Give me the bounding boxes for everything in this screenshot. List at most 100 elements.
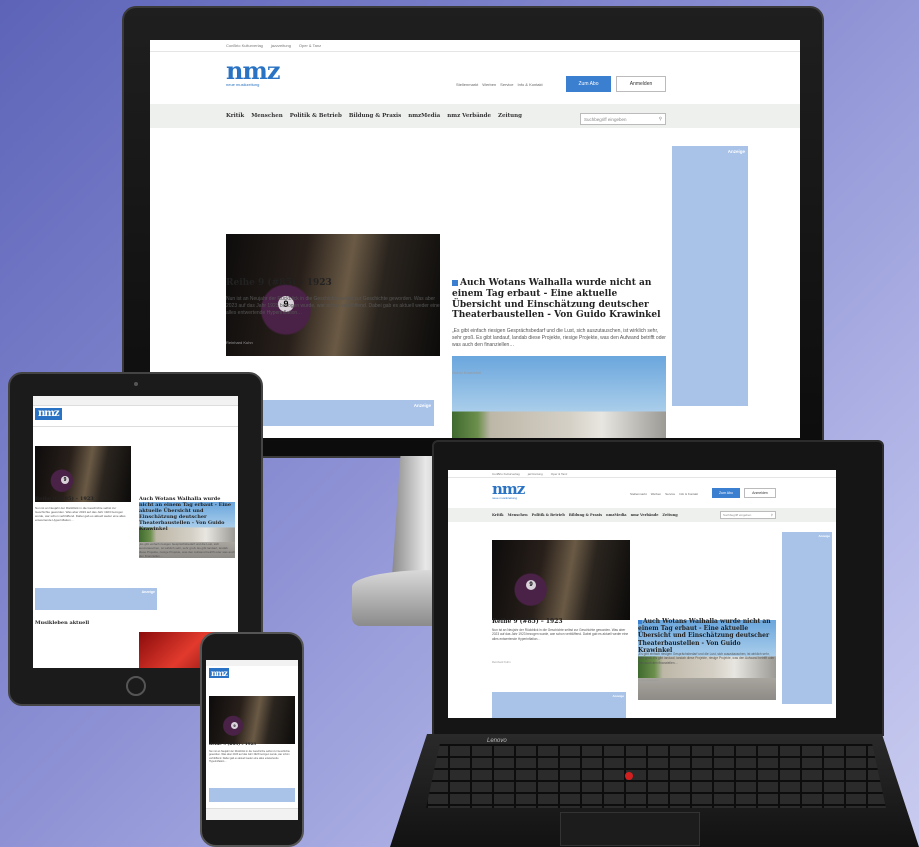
article-title[interactable]: Auch Wotans Walhalla wurde nicht an eine… xyxy=(139,496,235,542)
ad-banner[interactable]: Anzeige xyxy=(782,532,832,704)
logo-text: nmz xyxy=(492,480,525,498)
article-image[interactable]: 9 xyxy=(35,446,131,502)
header-link[interactable]: Werben xyxy=(482,82,496,87)
logo-text: nmz xyxy=(226,56,280,85)
seat-number-badge: 9 xyxy=(231,722,238,729)
nav-item-bildung[interactable]: Bildung & Praxis xyxy=(349,113,401,119)
search-icon[interactable]: ⚲ xyxy=(659,116,662,122)
tablet-camera xyxy=(134,382,138,386)
article-teaser: „Es gibt einfach riesigen Gesprächsbedar… xyxy=(139,542,235,559)
top-bar: ConBrio Kulturverlag jazzzeitung Oper & … xyxy=(150,40,800,52)
browser-toolbar xyxy=(33,396,238,406)
nav-item-zeitung[interactable]: Zeitung xyxy=(498,113,522,119)
logo-text: nmz xyxy=(38,408,60,419)
site-logo[interactable]: nmz xyxy=(35,408,62,420)
header-link[interactable]: Service xyxy=(665,492,675,496)
article-title-text: Auch Wotans Walhalla wurde nicht an eine… xyxy=(638,618,771,654)
section-title: Musikleben aktuell xyxy=(35,620,90,626)
article-title[interactable]: Auch Wotans Walhalla wurde nicht an eine… xyxy=(638,618,776,654)
article-title[interactable]: Auch Wotans Walhalla wurde nicht an eine… xyxy=(452,278,666,321)
status-bar xyxy=(206,660,298,666)
nav-item-politik[interactable]: Politik & Betrieb xyxy=(290,113,342,119)
header-link[interactable]: Service xyxy=(500,82,513,87)
header-link[interactable]: Stellenmarkt xyxy=(456,82,478,87)
main-nav: Kritik Menschen Politik & Betrieb Bildun… xyxy=(448,508,836,522)
tablet-home-button[interactable] xyxy=(126,676,146,696)
header-links: Stellenmarkt Werben Service Info & Konta… xyxy=(630,492,698,496)
login-button[interactable]: Anmelden xyxy=(616,76,666,92)
ad-banner[interactable]: Anzeige xyxy=(672,146,748,406)
topbar-link[interactable]: ConBrio Kulturverlag xyxy=(492,472,520,476)
article-teaser: Nun ist an Neujahr der Rückblick in die … xyxy=(226,296,440,316)
tablet-screen: nmz 9 Reihe 9 (#85) – 1923 Nun ist an Ne… xyxy=(33,396,238,668)
article-image[interactable] xyxy=(452,356,666,438)
ad-banner[interactable]: Anzeige xyxy=(492,692,626,718)
article-image[interactable]: 9 xyxy=(226,234,440,356)
laptop-screen: ConBrio Kulturverlag jazzzeitung Oper & … xyxy=(448,470,836,718)
subscribe-button[interactable]: Zum Abo xyxy=(566,76,611,92)
site-logo[interactable]: nmz neue musikzeitung xyxy=(226,56,280,88)
pin-icon xyxy=(452,279,458,286)
header-links: Stellenmarkt Werben Service Info & Konta… xyxy=(456,82,543,87)
article-author: Reinhard Kuhn xyxy=(226,340,253,345)
site-logo[interactable]: nmz neue musikzeitung xyxy=(492,480,525,501)
nav-item-verbaende[interactable]: nmz Verbände xyxy=(631,513,659,517)
article-teaser: „Es gibt einfach riesigen Gesprächsbedar… xyxy=(452,328,666,348)
search-input[interactable]: Suchbegriff eingeben ⚲ xyxy=(720,511,776,519)
divider xyxy=(33,426,238,427)
search-placeholder: Suchbegriff eingeben xyxy=(584,116,627,122)
seat-number-badge: 9 xyxy=(526,580,536,590)
subscribe-button[interactable]: Zum Abo xyxy=(712,488,740,498)
article-teaser: Nun ist an Neujahr der Rückblick in die … xyxy=(492,628,629,641)
article-image[interactable]: 9 xyxy=(209,696,295,744)
topbar-link[interactable]: Oper & Tanz xyxy=(299,43,321,48)
nav-item-kritik[interactable]: Kritik xyxy=(226,113,244,119)
search-placeholder: Suchbegriff eingeben xyxy=(723,513,752,517)
ad-banner[interactable] xyxy=(209,788,295,802)
ad-banner[interactable]: Anzeige xyxy=(262,400,434,426)
top-bar: ConBrio Kulturverlag jazzzeitung Oper & … xyxy=(448,470,836,478)
logo-text: nmz xyxy=(211,668,228,678)
header-link[interactable]: Werben xyxy=(651,492,661,496)
laptop-brand: Lenovo xyxy=(487,738,507,744)
article-teaser: Nun ist an Neujahr der Rückblick in die … xyxy=(35,506,126,523)
trackpoint[interactable] xyxy=(625,772,633,780)
nav-item-zeitung[interactable]: Zeitung xyxy=(662,513,677,517)
search-input[interactable]: Suchbegriff eingeben ⚲ xyxy=(580,113,666,125)
header-link[interactable]: Info & Kontakt xyxy=(518,82,543,87)
header-link[interactable]: Stellenmarkt xyxy=(630,492,647,496)
nav-item-menschen[interactable]: Menschen xyxy=(508,513,528,517)
article-title[interactable]: Reihe 9 (#85) – 1923 xyxy=(226,278,440,289)
header-link[interactable]: Info & Kontakt xyxy=(679,492,698,496)
article-author: Reinhard Kuhn xyxy=(492,660,511,664)
search-icon[interactable]: ⚲ xyxy=(771,513,773,517)
site-logo[interactable]: nmz xyxy=(209,668,229,678)
nav-item-bildung[interactable]: Bildung & Praxis xyxy=(569,513,602,517)
nav-item-verbaende[interactable]: nmz Verbände xyxy=(447,113,491,119)
topbar-link[interactable]: jazzzeitung xyxy=(528,472,543,476)
article-teaser: Nun ist an Neujahr der Rückblick in die … xyxy=(209,750,290,764)
article-title[interactable]: Reihe 9 (#85) – 1923 xyxy=(492,618,630,625)
article-image[interactable]: 9 xyxy=(492,540,630,620)
ad-banner[interactable]: Anzeige xyxy=(35,588,157,610)
nav-item-nmzmedia[interactable]: nmzMedia xyxy=(408,113,440,119)
nav-item-nmzmedia[interactable]: nmzMedia xyxy=(606,513,626,517)
article-teaser: „Es gibt einfach riesigen Gesprächsbedar… xyxy=(638,652,775,665)
article-title[interactable]: Reihe 9 (#85) – 1923 xyxy=(35,496,131,502)
nav-item-menschen[interactable]: Menschen xyxy=(251,113,283,119)
nav-item-politik[interactable]: Politik & Betrieb xyxy=(532,513,565,517)
article-title-text: Auch Wotans Walhalla wurde nicht an eine… xyxy=(452,278,661,321)
laptop-keyboard xyxy=(426,744,886,808)
phone-screen: nmz 9 Reihe 9 (#85) – 1923 Nun ist an Ne… xyxy=(206,660,298,820)
nav-item-kritik[interactable]: Kritik xyxy=(492,513,504,517)
pin-icon xyxy=(638,619,642,624)
touchpad[interactable] xyxy=(560,812,700,846)
article-title[interactable]: Reihe 9 (#85) – 1923 xyxy=(209,741,295,747)
topbar-link[interactable]: Oper & Tanz xyxy=(551,472,568,476)
article-author: Guido Krawinkel xyxy=(638,678,659,682)
topbar-link[interactable]: ConBrio Kulturverlag xyxy=(226,43,263,48)
login-button[interactable]: Anmelden xyxy=(744,488,776,498)
site-header: nmz neue musikzeitung Stellenmarkt Werbe… xyxy=(150,52,800,104)
topbar-link[interactable]: jazzzeitung xyxy=(271,43,291,48)
article-author: Guido Krawinkel xyxy=(452,370,482,375)
